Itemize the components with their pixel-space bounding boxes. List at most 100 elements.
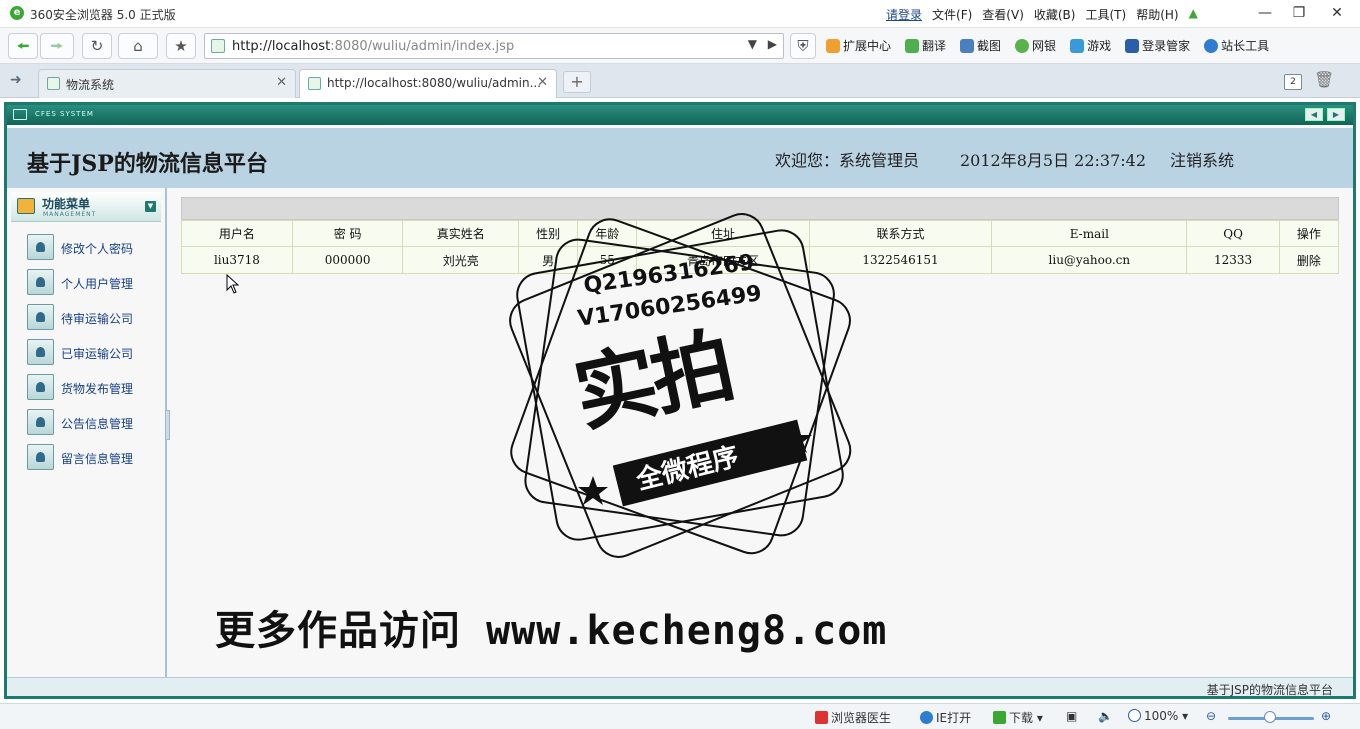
- zoom-slider-handle[interactable]: [1264, 711, 1276, 723]
- minimize-icon[interactable]: —: [1248, 2, 1282, 24]
- watermark-stamp: Q2196316269 V17060256499 实拍 全微程序: [505, 210, 855, 560]
- ebank-button[interactable]: 网银: [1015, 37, 1056, 54]
- user-icon: [27, 234, 54, 260]
- address-bar[interactable]: http://localhost:8080/wuliu/admin/index.…: [204, 33, 784, 59]
- menu-favorites[interactable]: 收藏(B): [1034, 6, 1076, 23]
- shield-icon[interactable]: ⛨: [790, 33, 816, 59]
- column-header: 操作: [1278, 220, 1340, 247]
- zoom-out-icon[interactable]: ⊖: [1206, 709, 1216, 723]
- ie-open-button[interactable]: IE打开: [920, 709, 971, 726]
- back-icon[interactable]: 🠘: [8, 33, 38, 59]
- login-manager-button[interactable]: 登录管家: [1125, 37, 1190, 54]
- menu-title: 功能菜单: [42, 197, 91, 211]
- tab-close-icon[interactable]: ✕: [537, 75, 548, 90]
- browser-logo-icon: e: [10, 6, 24, 20]
- app-header: 基于JSP的物流信息平台 欢迎您：系统管理员 2012年8月5日 22:37:4…: [7, 128, 1353, 188]
- tab-page-icon: [308, 77, 321, 90]
- sidebar-toggle-icon[interactable]: ➜: [10, 72, 22, 88]
- key-icon: [1125, 39, 1140, 53]
- browser-title: 360安全浏览器 5.0 正式版: [30, 8, 176, 22]
- system-label: CFES SYSTEM: [35, 110, 94, 118]
- doctor-icon: [815, 711, 828, 724]
- window-icon[interactable]: ▣: [1066, 709, 1077, 723]
- browser-doctor-button[interactable]: 浏览器医生: [815, 709, 891, 726]
- user-icon: [27, 304, 54, 330]
- address-url[interactable]: http://localhost:8080/wuliu/admin/index.…: [232, 39, 514, 54]
- next-page-icon[interactable]: ▶: [1327, 108, 1345, 121]
- browser-titlebar: e 360安全浏览器 5.0 正式版 请登录 文件(F) 查看(V) 收藏(B)…: [0, 0, 1360, 28]
- watermark-bottom-text: 更多作品访问 www.kecheng8.com: [215, 608, 888, 654]
- extensions-icon: [826, 39, 840, 53]
- download-button[interactable]: 下载 ▾: [993, 709, 1043, 726]
- tab-count-badge[interactable]: 2: [1284, 74, 1302, 90]
- screenshot-icon: [960, 39, 975, 53]
- sidebar-item-label: 个人用户管理: [61, 277, 134, 291]
- sidebar-item-label: 留言信息管理: [61, 452, 134, 466]
- menu-header-icon: [17, 198, 35, 214]
- column-header: QQ: [1186, 220, 1280, 247]
- app-footer: 基于JSP的物流信息平台: [7, 677, 1353, 697]
- zoom-icon: [1128, 709, 1141, 722]
- user-icon: [27, 339, 54, 365]
- sidebar-item-label: 待审运输公司: [61, 312, 134, 326]
- logout-link[interactable]: 注销系统: [1170, 147, 1234, 171]
- user-icon: [27, 444, 54, 470]
- games-button[interactable]: 游戏: [1070, 37, 1111, 54]
- status-bar: 浏览器医生 IE打开 下载 ▾ ▣ 🔈 100% ▾ ⊖ ⊕: [0, 703, 1360, 729]
- mouse-cursor-icon: [226, 274, 240, 294]
- footer-text: 基于JSP的物流信息平台: [1206, 683, 1333, 697]
- tab-admin-index[interactable]: http://localhost:8080/wuliu/admin... ✕: [299, 69, 557, 98]
- user-icon: [27, 409, 54, 435]
- cell-password: 000000: [291, 246, 404, 274]
- close-icon[interactable]: ✕: [1320, 2, 1354, 24]
- menu-tools[interactable]: 工具(T): [1085, 6, 1126, 23]
- new-tab-button[interactable]: +: [563, 71, 591, 93]
- browser-toolbar: 🠘 🠚 ↻ ⌂ ★ http://localhost:8080/wuliu/ad…: [0, 28, 1360, 64]
- prev-page-icon[interactable]: ◀: [1305, 108, 1323, 121]
- home-icon[interactable]: ⌂: [118, 33, 158, 59]
- go-icon[interactable]: ▶: [768, 37, 777, 51]
- browser-menu: 请登录 文件(F) 查看(V) 收藏(B) 工具(T) 帮助(H) ▲: [886, 6, 1198, 23]
- tab-logistics[interactable]: 物流系统 ✕: [38, 69, 296, 98]
- address-dropdown-icon[interactable]: ▼: [748, 37, 757, 51]
- screenshot-button[interactable]: 截图: [960, 37, 1001, 54]
- cell-qq: 12333: [1186, 246, 1280, 274]
- trash-icon[interactable]: 🗑: [1314, 70, 1334, 89]
- ie-icon: [920, 711, 933, 724]
- skin-icon[interactable]: ▲: [1189, 6, 1198, 23]
- restore-icon[interactable]: ❐: [1282, 2, 1316, 24]
- tab-page-icon: [47, 77, 60, 90]
- download-icon: [993, 711, 1006, 724]
- sidebar-item-label: 公告信息管理: [61, 417, 134, 431]
- sidebar-splitter-handle[interactable]: [165, 410, 170, 440]
- login-link[interactable]: 请登录: [886, 6, 922, 23]
- delete-link[interactable]: 删除: [1278, 246, 1340, 274]
- extensions-button[interactable]: 扩展中心: [826, 37, 891, 54]
- sidebar-item-label: 修改个人密码: [61, 242, 134, 256]
- translate-button[interactable]: 翻译: [905, 37, 946, 54]
- zoom-in-icon[interactable]: ⊕: [1321, 709, 1331, 723]
- tab-label: http://localhost:8080/wuliu/admin...: [327, 76, 542, 90]
- menu-file[interactable]: 文件(F): [932, 6, 972, 23]
- favorite-star-icon[interactable]: ★: [166, 33, 196, 59]
- refresh-icon[interactable]: ↻: [82, 33, 112, 59]
- zoom-button[interactable]: 100% ▾: [1128, 709, 1188, 723]
- forward-icon[interactable]: 🠚: [40, 33, 74, 59]
- column-header: 真实姓名: [402, 220, 520, 247]
- user-icon: [27, 269, 54, 295]
- menu-view[interactable]: 查看(V): [982, 6, 1024, 23]
- webmaster-tools-button[interactable]: 站长工具: [1204, 37, 1269, 54]
- cell-real-name: 刘光亮: [402, 246, 520, 274]
- column-header: E-mail: [991, 220, 1188, 247]
- page-title: 基于JSP的物流信息平台: [27, 151, 268, 177]
- ebank-icon: [1015, 39, 1030, 53]
- sidebar-item-label: 货物发布管理: [61, 382, 134, 396]
- cell-username: liu3718: [181, 246, 293, 274]
- volume-icon[interactable]: 🔈: [1098, 709, 1113, 723]
- current-datetime: 2012年8月5日 22:37:42: [960, 151, 1147, 170]
- menu-subtitle: MANAGEMENT: [43, 211, 97, 218]
- menu-help[interactable]: 帮助(H): [1136, 6, 1178, 23]
- tab-close-icon[interactable]: ✕: [276, 75, 287, 90]
- collapse-icon[interactable]: ▼: [145, 201, 156, 212]
- system-bar: CFES SYSTEM ◀ ▶: [7, 105, 1353, 125]
